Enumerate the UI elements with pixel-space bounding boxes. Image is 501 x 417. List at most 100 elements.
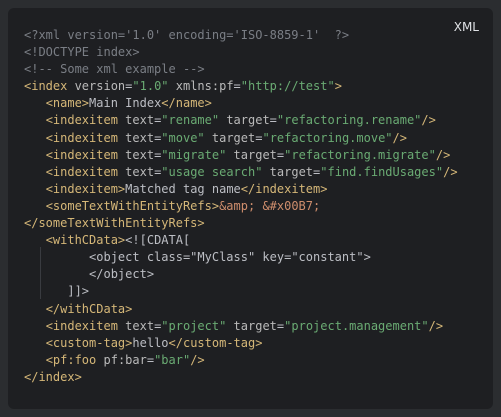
code-token: /> xyxy=(392,130,407,145)
code-line: <indexitem text="project" target="projec… xyxy=(24,318,458,335)
code-token: text xyxy=(117,130,155,145)
code-snippet-panel: XML <?xml version='1.0' encoding='ISO-88… xyxy=(8,8,493,409)
code-token: text xyxy=(117,318,155,333)
code-token: <![CDATA[ xyxy=(125,233,191,248)
code-token: version xyxy=(67,79,126,94)
code-token: <index xyxy=(24,79,68,94)
code-token: &#x00B7; xyxy=(262,198,321,213)
code-token: "find.findUsages" xyxy=(320,164,444,179)
code-token: text xyxy=(117,113,155,128)
code-line: <pf:foo pf:bar="bar"/> xyxy=(24,352,458,369)
code-token: > xyxy=(334,79,342,94)
code-line: <!DOCTYPE index> xyxy=(24,44,458,61)
code-token: text xyxy=(117,164,155,179)
code-token: = xyxy=(233,79,241,94)
code-token: <indexitem xyxy=(45,130,118,145)
code-line: <indexitem>Matched tag name</indexitem> xyxy=(24,181,458,198)
code-line: <indexitem text="migrate" target="refact… xyxy=(24,147,458,164)
code-token: "usage search" xyxy=(161,164,263,179)
code-token: <name> xyxy=(45,96,90,111)
code-token: hello xyxy=(132,335,169,350)
code-token: /> xyxy=(190,352,205,367)
code-line: <indexitem text="rename" target="refacto… xyxy=(24,112,458,129)
code-token: /> xyxy=(428,318,444,333)
code-line: <?xml version='1.0' encoding='ISO-8859-1… xyxy=(24,27,458,44)
code-token: = xyxy=(269,113,277,128)
code-line: <indexitem text="usage search" target="f… xyxy=(24,164,458,181)
code-token: </custom-tag> xyxy=(168,335,263,350)
code-token: </withCData> xyxy=(45,301,133,316)
code-token: "move" xyxy=(161,130,205,145)
code-token: /> xyxy=(443,164,458,179)
code-token: <withCData> xyxy=(45,233,126,248)
code-token: </name> xyxy=(161,96,212,111)
code-token: "project.management" xyxy=(284,318,429,333)
code-token: "rename" xyxy=(161,113,220,128)
code-line: <!-- Some xml example --> xyxy=(24,61,458,78)
code-line: <custom-tag>hello</custom-tag> xyxy=(24,335,458,352)
code-token: target xyxy=(262,164,314,179)
code-token: &amp; xyxy=(219,198,256,213)
code-token: /> xyxy=(435,147,451,162)
code-token: target xyxy=(219,113,270,128)
code-token: <custom-tag> xyxy=(45,335,133,350)
code-token: </indexitem> xyxy=(240,181,328,196)
code-block[interactable]: <?xml version='1.0' encoding='ISO-8859-1… xyxy=(24,27,458,386)
code-token: <!DOCTYPE index> xyxy=(24,45,140,60)
code-token: "refactoring.move" xyxy=(262,130,393,145)
code-token: Matched tag name xyxy=(125,181,241,196)
code-token: target xyxy=(204,130,256,145)
code-token: "http://test" xyxy=(240,79,335,94)
code-line: <object class="MyClass" key="constant"> xyxy=(24,249,458,266)
code-line: </someTextWithEntityRefs> xyxy=(24,215,458,232)
code-token: target xyxy=(226,147,277,162)
code-token: <indexitem xyxy=(45,147,118,162)
code-line: <indexitem text="move" target="refactori… xyxy=(24,130,458,147)
code-token: <pf:foo xyxy=(45,352,97,367)
code-token: = xyxy=(146,352,155,367)
code-token: Main Index xyxy=(89,96,162,111)
code-token: /> xyxy=(421,113,436,128)
code-token: <indexitem xyxy=(45,318,118,333)
code-token: text xyxy=(117,147,155,162)
code-token: <someTextWithEntityRefs> xyxy=(45,198,220,213)
code-token: "bar" xyxy=(154,352,191,367)
code-token: "1.0" xyxy=(132,79,169,94)
code-line: <withCData><![CDATA[ xyxy=(24,232,458,249)
code-token: </index> xyxy=(24,369,82,384)
code-token: "refactoring.rename" xyxy=(276,113,422,128)
code-token: ]]> xyxy=(67,284,90,299)
code-line: <someTextWithEntityRefs>&amp; &#x00B7; xyxy=(24,198,458,215)
code-line: </index> xyxy=(24,369,458,386)
code-line: ]]> xyxy=(24,283,458,300)
code-line: <name>Main Index</name> xyxy=(24,95,458,112)
code-token: <object class="MyClass" key="constant"> xyxy=(89,250,371,265)
code-token: <indexitem xyxy=(45,164,118,179)
code-line: </object> xyxy=(24,266,458,283)
code-token: <indexitem xyxy=(45,113,118,128)
code-token: <indexitem> xyxy=(45,181,126,196)
code-token: "project" xyxy=(161,318,227,333)
code-token: pf:bar xyxy=(96,352,147,367)
code-line: </withCData> xyxy=(24,301,458,318)
code-token: <!-- Some xml example --> xyxy=(24,62,205,77)
code-token: "migrate" xyxy=(161,147,227,162)
code-token: <?xml version='1.0' encoding='ISO-8859-1… xyxy=(24,28,350,42)
code-token: </someTextWithEntityRefs> xyxy=(24,216,205,231)
code-token: "refactoring.migrate" xyxy=(284,147,436,162)
code-token: </object> xyxy=(89,267,155,282)
